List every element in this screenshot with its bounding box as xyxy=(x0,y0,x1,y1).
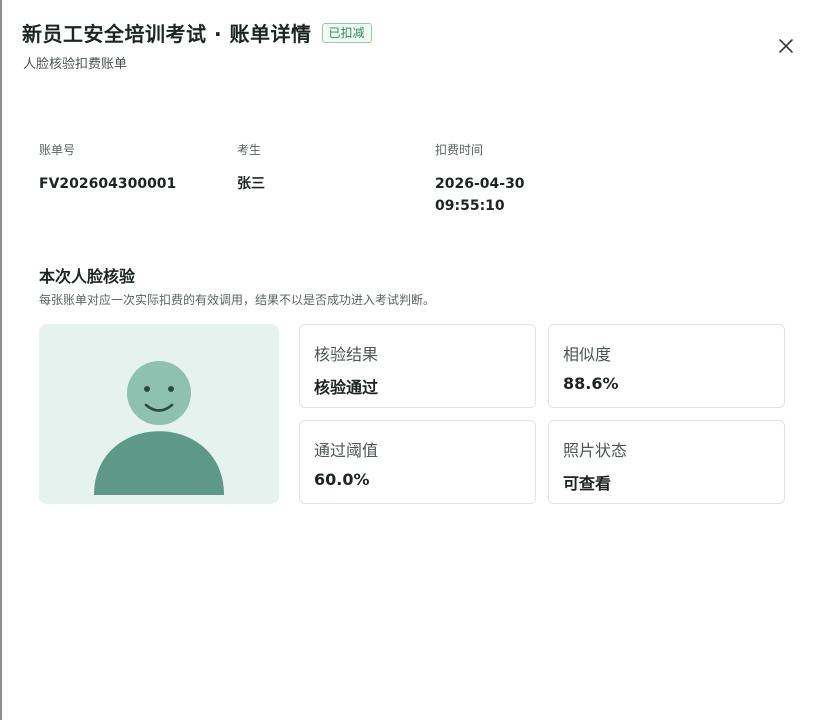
header: 新员工安全培训考试 · 账单详情 已扣减 xyxy=(22,18,372,47)
verification-result-label: 核验结果 xyxy=(314,345,379,364)
charge-clock-time: 09:55:10 xyxy=(435,198,505,214)
charge-date: 2026-04-30 xyxy=(435,176,525,192)
close-button[interactable] xyxy=(776,36,796,56)
similarity-label: 相似度 xyxy=(563,345,612,364)
status-badge: 已扣减 xyxy=(321,22,372,43)
examinee-field: 考生 张三 xyxy=(237,141,265,195)
similarity-card: 相似度 88.6% xyxy=(548,324,785,408)
verification-section-description: 每张账单对应一次实际扣费的有效调用，结果不以是否成功进入考试判断。 xyxy=(39,293,436,307)
bill-detail-drawer: 新员工安全培训考试 · 账单详情 已扣减 人脸核验扣费账单 账单号 FV2026… xyxy=(0,0,820,720)
bill-number-value: FV202604300001 xyxy=(39,176,177,192)
charge-time-label: 扣费时间 xyxy=(435,143,484,157)
photo-status-value: 可查看 xyxy=(563,474,612,493)
pass-threshold-label: 通过阈值 xyxy=(314,441,379,460)
pass-threshold-value: 60.0% xyxy=(314,470,370,489)
charge-time-value: 2026-04-30 09:55:10 xyxy=(435,173,555,217)
pass-threshold-card: 通过阈值 60.0% xyxy=(299,420,536,504)
verification-result-value: 核验通过 xyxy=(314,378,379,397)
avatar-placeholder-icon xyxy=(94,361,224,495)
photo-status-card: 照片状态 可查看 xyxy=(548,420,785,504)
examinee-label: 考生 xyxy=(237,143,262,157)
examinee-value: 张三 xyxy=(237,176,265,192)
bill-number-field: 账单号 FV202604300001 xyxy=(39,141,176,195)
verification-result-card: 核验结果 核验通过 xyxy=(299,324,536,408)
verification-section-title: 本次人脸核验 xyxy=(39,267,136,286)
similarity-value: 88.6% xyxy=(563,374,619,393)
face-photo[interactable] xyxy=(39,324,279,504)
close-icon xyxy=(779,39,793,53)
charge-time-field: 扣费时间 2026-04-30 09:55:10 xyxy=(435,141,555,217)
page-title: 新员工安全培训考试 · 账单详情 xyxy=(22,22,312,46)
photo-status-label: 照片状态 xyxy=(563,441,628,460)
bill-number-label: 账单号 xyxy=(39,143,76,157)
page-subtitle: 人脸核验扣费账单 xyxy=(23,57,128,72)
